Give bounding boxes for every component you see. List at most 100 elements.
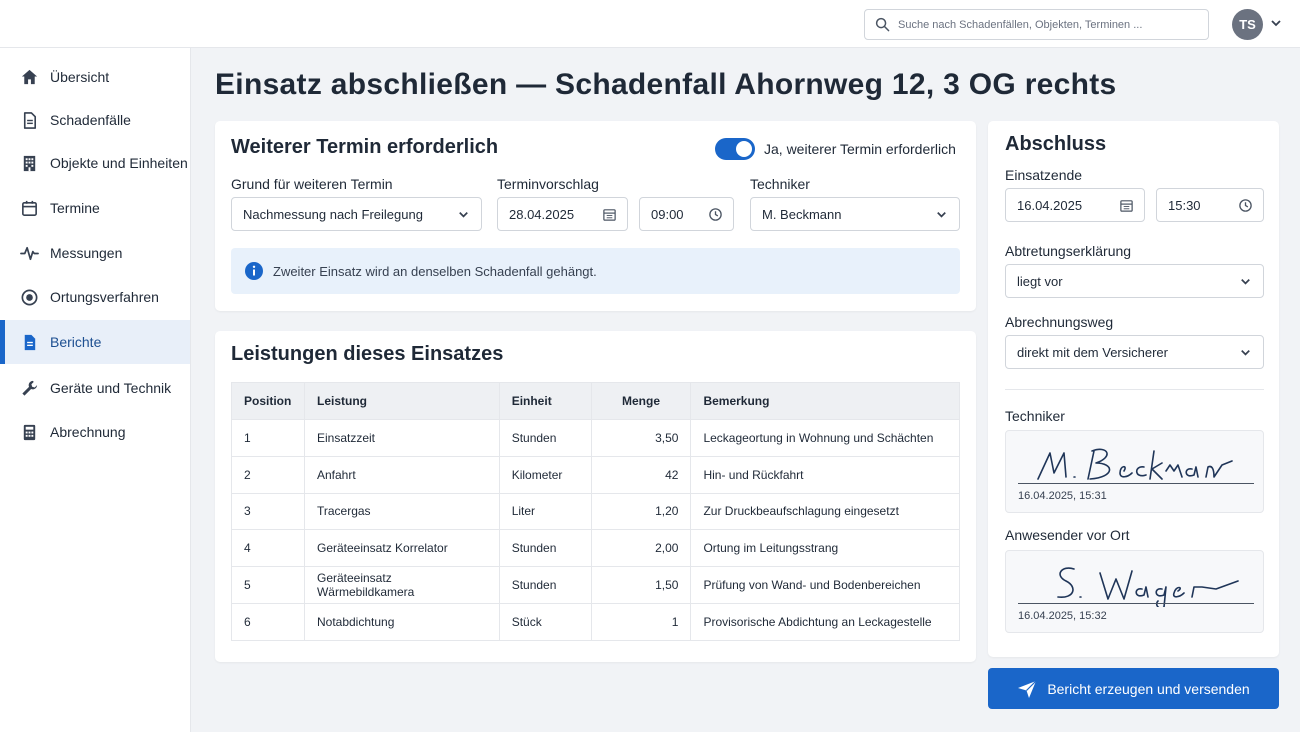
cell-quantity: 3,50	[590, 419, 692, 457]
cell-position: 1	[231, 419, 305, 457]
cell-service: Geräteeinsatz Wärmebildkamera	[303, 566, 500, 604]
chevron-down-icon[interactable]	[1270, 17, 1282, 29]
sidebar-item-label: Übersicht	[50, 69, 110, 85]
services-title: Leistungen dieses Einsatzes	[231, 343, 504, 365]
end-time-value: 15:30	[1168, 197, 1201, 213]
technician-sig-time: 16.04.2025, 15:31	[1018, 490, 1107, 502]
technician-signature	[1037, 448, 1233, 480]
date-label: Terminvorschlag	[497, 176, 599, 192]
onsite-signature-pad[interactable]: 16.04.2025, 15:32	[1005, 550, 1264, 633]
technician-select[interactable]: M. Beckmann	[750, 197, 960, 231]
sidebar-item-label: Abrechnung	[50, 424, 126, 440]
cell-service: Einsatzzeit	[303, 419, 500, 457]
clock-icon	[709, 208, 722, 221]
cell-quantity: 42	[590, 455, 692, 494]
date-value: 28.04.2025	[509, 206, 575, 222]
cell-remark: Prüfung von Wand- und Bodenbereichen	[690, 566, 960, 604]
reason-value: Nachmessung nach Freilegung	[243, 206, 423, 222]
cell-unit: Stück	[498, 602, 592, 641]
column-header: Menge	[590, 382, 692, 420]
info-box: Zweiter Einsatz wird an denselben Schade…	[231, 248, 960, 294]
reason-select[interactable]: Nachmessung nach Freilegung	[231, 197, 482, 231]
column-header: Einheit	[498, 382, 592, 420]
cell-service: Geräteeinsatz Korrelator	[303, 529, 500, 568]
column-header: Bemerkung	[690, 382, 960, 420]
sidebar-item-label: Termine	[50, 200, 100, 216]
sidebar: Übersicht Schadenfälle Objekte und Einhe…	[0, 48, 191, 732]
divider	[1005, 389, 1264, 390]
date-input[interactable]: 28.04.2025	[497, 197, 628, 231]
end-label: Einsatzende	[1005, 167, 1083, 183]
page-title: Einsatz abschließen — Schadenfall Ahornw…	[215, 68, 1117, 101]
clock-icon	[1239, 199, 1252, 212]
table-row[interactable]: 3 Tracergas Liter 1,20 Zur Druckbeaufsch…	[231, 492, 960, 531]
target-icon	[21, 289, 38, 305]
time-value: 09:00	[651, 206, 684, 222]
cell-position: 6	[231, 602, 305, 641]
column-header: Position	[231, 382, 305, 420]
search-icon	[875, 17, 890, 32]
sidebar-item-termine[interactable]: Termine	[0, 186, 190, 230]
table-row[interactable]: 4 Geräteeinsatz Korrelator Stunden 2,00 …	[231, 529, 960, 568]
cell-unit: Stunden	[498, 419, 592, 457]
chevron-down-icon	[1241, 279, 1250, 285]
toggle-label: Ja, weiterer Termin erforderlich	[764, 141, 956, 157]
user-avatar[interactable]: TS	[1232, 9, 1263, 40]
toggle-knob	[736, 141, 752, 157]
onsite-signature	[1057, 567, 1239, 607]
top-bar: TS	[0, 0, 1300, 48]
search-box[interactable]	[864, 9, 1209, 40]
search-input[interactable]	[898, 18, 1198, 31]
chevron-down-icon	[1241, 350, 1250, 356]
sidebar-item-objekte[interactable]: Objekte und Einheiten	[0, 141, 190, 185]
cell-position: 5	[231, 566, 305, 604]
assignment-select[interactable]: liegt vor	[1005, 264, 1264, 298]
sidebar-item-label: Geräte und Technik	[50, 380, 172, 396]
table-row[interactable]: 5 Geräteeinsatz Wärmebildkamera Stunden …	[231, 566, 960, 604]
table-row[interactable]: 1 Einsatzzeit Stunden 3,50 Leckageortung…	[231, 419, 960, 457]
chevron-down-icon	[937, 212, 946, 218]
sidebar-item-label: Berichte	[50, 334, 102, 350]
sidebar-item-label: Objekte und Einheiten	[50, 155, 188, 171]
billing-value: direkt mit dem Versicherer	[1017, 344, 1168, 360]
info-icon	[245, 262, 263, 280]
wrench-icon	[22, 380, 38, 396]
calendar-icon	[22, 200, 37, 216]
cell-remark: Leckageortung in Wohnung und Schächten	[690, 419, 960, 457]
home-icon	[21, 69, 38, 84]
sidebar-item-messungen[interactable]: Messungen	[0, 231, 190, 275]
billing-select[interactable]: direkt mit dem Versicherer	[1005, 335, 1264, 369]
activity-icon	[20, 246, 39, 260]
calendar-icon	[603, 209, 616, 221]
technician-signature-pad[interactable]: 16.04.2025, 15:31	[1005, 430, 1264, 513]
table-row[interactable]: 6 Notabdichtung Stück 1 Provisorische Ab…	[231, 602, 960, 641]
followup-toggle[interactable]	[715, 138, 755, 160]
end-date-input[interactable]: 16.04.2025	[1005, 188, 1145, 222]
cell-service: Tracergas	[303, 492, 500, 531]
signature-line	[1018, 603, 1254, 604]
cell-position: 4	[231, 529, 305, 568]
table-row[interactable]: 2 Anfahrt Kilometer 42 Hin- und Rückfahr…	[231, 455, 960, 494]
cell-unit: Stunden	[498, 566, 592, 604]
generate-send-report-button[interactable]: Bericht erzeugen und versenden	[988, 668, 1279, 709]
cell-service: Notabdichtung	[303, 602, 500, 641]
sidebar-item-schadenfaelle[interactable]: Schadenfälle	[0, 98, 190, 142]
cell-remark: Zur Druckbeaufschlagung eingesetzt	[690, 492, 960, 531]
chevron-down-icon	[459, 212, 468, 218]
sidebar-item-abrechnung[interactable]: Abrechnung	[0, 410, 190, 454]
cell-position: 3	[231, 492, 305, 531]
cell-position: 2	[231, 455, 305, 494]
cell-quantity: 1,50	[590, 566, 692, 604]
time-input[interactable]: 09:00	[639, 197, 734, 231]
report-icon	[24, 334, 36, 350]
end-time-input[interactable]: 15:30	[1156, 188, 1264, 222]
assignment-value: liegt vor	[1017, 273, 1063, 289]
cell-service: Anfahrt	[303, 455, 500, 494]
sidebar-item-geraete[interactable]: Geräte und Technik	[0, 366, 190, 410]
sidebar-item-uebersicht[interactable]: Übersicht	[0, 55, 190, 99]
sidebar-item-label: Schadenfälle	[50, 112, 131, 128]
sidebar-item-berichte[interactable]: Berichte	[0, 320, 190, 364]
sidebar-item-label: Messungen	[50, 245, 123, 261]
onsite-sig-time: 16.04.2025, 15:32	[1018, 610, 1107, 622]
sidebar-item-ortungsverfahren[interactable]: Ortungsverfahren	[0, 275, 190, 319]
